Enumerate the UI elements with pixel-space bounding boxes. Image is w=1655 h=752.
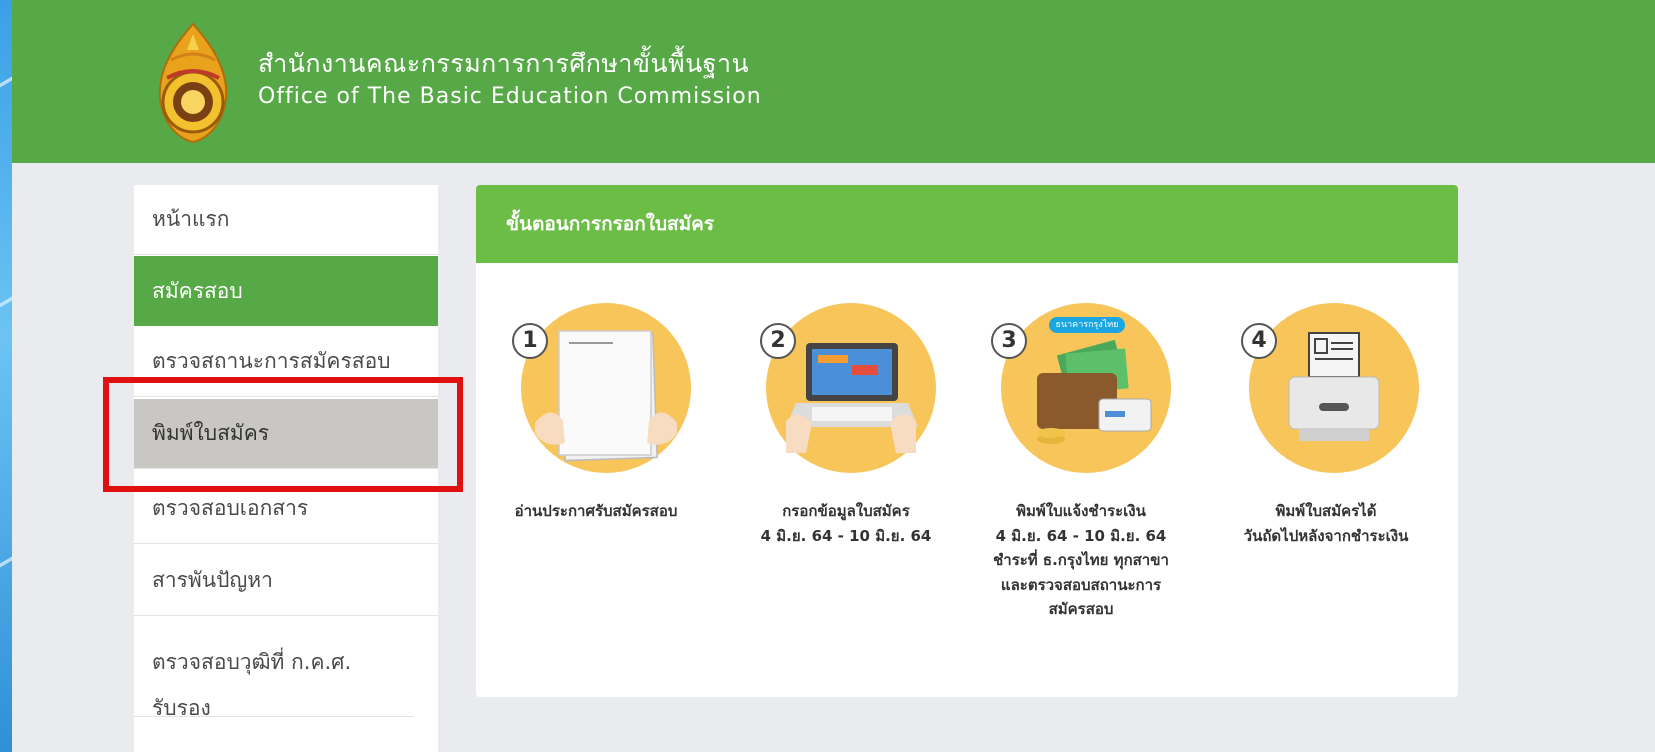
- step-description: พิมพ์ใบแจ้งชำระเงิน 4 มิ.ย. 64 - 10 มิ.ย…: [961, 499, 1201, 622]
- step-description: กรอกข้อมูลใบสมัคร 4 มิ.ย. 64 - 10 มิ.ย. …: [726, 499, 966, 548]
- step-line: สมัครสอบ: [1048, 600, 1114, 618]
- decorative-edge-strip: [0, 0, 12, 752]
- step-illustration-circle: [521, 303, 691, 473]
- step-line: 4 มิ.ย. 64 - 10 มิ.ย. 64: [995, 526, 1167, 545]
- step-line: 4 มิ.ย. 64 - 10 มิ.ย. 64: [760, 526, 932, 545]
- step-description: อ่านประกาศรับสมัครสอบ: [476, 499, 716, 524]
- obec-emblem-logo: [158, 22, 228, 144]
- sidebar-item-check-status[interactable]: ตรวจสถานะการสมัครสอบ: [134, 327, 438, 397]
- step-line: อ่านประกาศรับสมัครสอบ: [514, 502, 678, 520]
- step-number: 2: [760, 323, 796, 359]
- sidebar-item-label: สารพันปัญหา: [152, 568, 273, 592]
- printer-icon: [1288, 332, 1380, 441]
- step-illustration-circle: [1249, 303, 1419, 473]
- org-name-thai: สำนักงานคณะกรรมการการศึกษาขั้นพื้นฐาน: [258, 49, 750, 78]
- step-line: วันถัดไปหลังจากชำระเงิน: [1243, 526, 1409, 545]
- panel-title: ขั้นตอนการกรอกใบสมัคร: [476, 185, 1458, 263]
- step-line: พิมพ์ใบสมัครได้: [1275, 502, 1377, 520]
- sidebar-item-label: สมัครสอบ: [152, 278, 243, 303]
- sidebar-item-check-degree[interactable]: ตรวจสอบวุฒิที่ ก.ค.ศ. รับรอง: [134, 617, 414, 720]
- step-line: และตรวจสอบสถานะการ: [1000, 575, 1162, 594]
- step-number: 1: [512, 323, 548, 359]
- org-name-english: Office of The Basic Education Commission: [258, 84, 762, 109]
- sidebar-item-print-application[interactable]: พิมพ์ใบสมัคร: [134, 399, 438, 469]
- document-icon: [535, 330, 677, 462]
- step-number: 3: [991, 323, 1027, 359]
- sidebar-item-check-documents[interactable]: ตรวจสอบเอกสาร: [134, 474, 438, 544]
- step-line: พิมพ์ใบแจ้งชำระเงิน: [1016, 502, 1146, 520]
- site-header: สำนักงานคณะกรรมการการศึกษาขั้นพื้นฐาน Of…: [12, 0, 1655, 163]
- sidebar-item-label: ตรวจสถานะการสมัครสอบ: [152, 349, 391, 373]
- sidebar-item-label: พิมพ์ใบสมัคร: [152, 421, 270, 445]
- sidebar-item-apply[interactable]: สมัครสอบ: [134, 256, 438, 326]
- sidebar-item-faq[interactable]: สารพันปัญหา: [134, 546, 438, 616]
- sidebar-item-label: หน้าแรก: [152, 207, 230, 231]
- step-description: พิมพ์ใบสมัครได้ วันถัดไปหลังจากชำระเงิน: [1206, 499, 1446, 548]
- sidebar-item-label: ตรวจสอบเอกสาร: [152, 496, 309, 520]
- sidebar-item-label: ตรวจสอบวุฒิที่ ก.ค.ศ. รับรอง: [152, 650, 352, 720]
- bank-logo: ธนาคารกรุงไทย: [1049, 317, 1125, 333]
- step-line: ชำระที่ ธ.กรุงไทย ทุกสาขา: [993, 551, 1169, 569]
- step-number: 4: [1241, 323, 1277, 359]
- sidebar-menu: หน้าแรก สมัครสอบ ตรวจสถานะการสมัครสอบ พิ…: [134, 185, 438, 752]
- sidebar-item-home[interactable]: หน้าแรก: [134, 185, 438, 255]
- application-steps-panel: ขั้นตอนการกรอกใบสมัคร 1 อ่านประกาศรับสมั…: [476, 185, 1458, 697]
- step-line: กรอกข้อมูลใบสมัคร: [782, 502, 910, 520]
